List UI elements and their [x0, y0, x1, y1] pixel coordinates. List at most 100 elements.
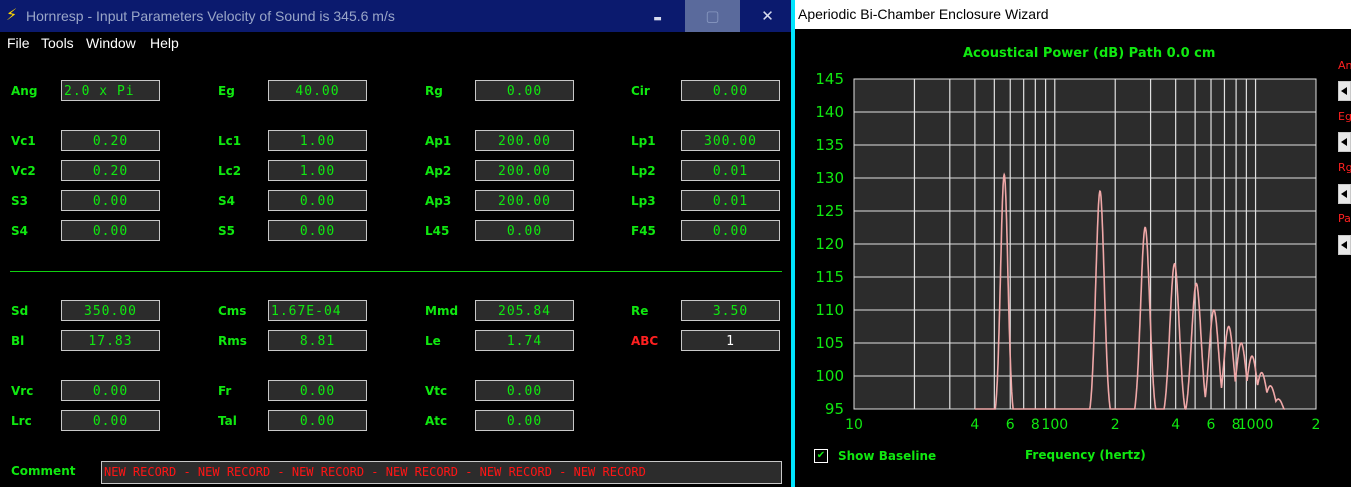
label-sd: Sd [11, 304, 29, 318]
field-lrc[interactable]: 0.00 [61, 410, 160, 431]
comment-field[interactable]: NEW RECORD - NEW RECORD - NEW RECORD - N… [101, 461, 782, 484]
field-abc[interactable]: 1 [681, 330, 780, 351]
field-mmd[interactable]: 205.84 [475, 300, 574, 321]
label-fr: Fr [218, 384, 232, 398]
right-title-bar[interactable]: Aperiodic Bi-Chamber Enclosure Wizard [795, 0, 1351, 29]
response-peak-point [1251, 355, 1253, 358]
left-title-bar[interactable]: ⚡ Hornresp - Input Parameters Velocity o… [0, 0, 791, 32]
enclosure-wizard-window: Aperiodic Bi-Chamber Enclosure Wizard Ac… [795, 0, 1351, 487]
field-ap1[interactable]: 200.00 [475, 130, 574, 151]
field-sd[interactable]: 350.00 [61, 300, 160, 321]
field-ang[interactable]: 2.0 x Pi [61, 80, 160, 101]
x-tick-label: 6 [1207, 417, 1216, 433]
response-peak-point [1195, 282, 1198, 285]
plot-area [853, 78, 1317, 410]
y-tick-label: 100 [815, 367, 844, 385]
label-tal: Tal [218, 414, 237, 428]
label-atc: Atc [425, 414, 448, 428]
field-tal[interactable]: 0.00 [268, 410, 367, 431]
field-s4[interactable]: 0.00 [268, 190, 367, 211]
right-window-title: Aperiodic Bi-Chamber Enclosure Wizard [798, 6, 1049, 22]
label-lp2: Lp2 [631, 164, 656, 178]
field-lp3[interactable]: 0.01 [681, 190, 780, 211]
field-s3[interactable]: 0.00 [61, 190, 160, 211]
field-bl[interactable]: 17.83 [61, 330, 160, 351]
field-vc1[interactable]: 0.20 [61, 130, 160, 151]
menu-tools[interactable]: Tools [41, 35, 74, 51]
field-cms[interactable]: 1.67E-04 [268, 300, 367, 321]
field-re[interactable]: 3.50 [681, 300, 780, 321]
field-f45[interactable]: 0.00 [681, 220, 780, 241]
field-vtc[interactable]: 0.00 [475, 380, 574, 401]
label-ap2: Ap2 [425, 164, 452, 178]
side-label-pa: Pa [1338, 212, 1351, 225]
response-peak-point [1269, 385, 1272, 387]
side-label-rg: Rg [1338, 161, 1351, 174]
side-arrow-button-pa[interactable] [1338, 235, 1351, 255]
x-tick-label: 1000 [1238, 417, 1274, 433]
label-lc1: Lc1 [218, 134, 242, 148]
field-vc2[interactable]: 0.20 [61, 160, 160, 181]
label-vc2: Vc2 [11, 164, 36, 178]
label-rg: Rg [425, 84, 443, 98]
label-s5: S5 [218, 224, 235, 238]
label-eg: Eg [218, 84, 235, 98]
x-tick-label: 100 [1041, 417, 1068, 433]
field-cir[interactable]: 0.00 [681, 80, 780, 101]
field-ap2[interactable]: 200.00 [475, 160, 574, 181]
menu-bar: File Tools Window Help [0, 32, 791, 54]
label-bl: Bl [11, 334, 25, 348]
field-lc2[interactable]: 1.00 [268, 160, 367, 181]
field-lc1[interactable]: 1.00 [268, 130, 367, 151]
field-lp1[interactable]: 300.00 [681, 130, 780, 151]
label-s3: S3 [11, 194, 28, 208]
x-tick-label: 2 [1111, 417, 1120, 433]
show-baseline-label: Show Baseline [838, 449, 937, 463]
maximize-button[interactable]: ▢ [685, 0, 740, 32]
field-rms[interactable]: 8.81 [268, 330, 367, 351]
label-lp1: Lp1 [631, 134, 656, 148]
response-peak-point [1003, 173, 1006, 176]
field-vrc[interactable]: 0.00 [61, 380, 160, 401]
side-label-eg: Eg [1338, 110, 1351, 123]
y-tick-label: 120 [815, 235, 844, 253]
x-tick-label: 8 [1031, 417, 1040, 433]
label-lc2: Lc2 [218, 164, 242, 178]
field-le[interactable]: 1.74 [475, 330, 574, 351]
side-arrow-button-rg[interactable] [1338, 184, 1351, 204]
field-atc[interactable]: 0.00 [475, 410, 574, 431]
field-lp2[interactable]: 0.01 [681, 160, 780, 181]
label-abc: ABC [631, 334, 659, 348]
field-ap3[interactable]: 200.00 [475, 190, 574, 211]
y-tick-label: 95 [825, 400, 844, 418]
field-fr[interactable]: 0.00 [268, 380, 367, 401]
close-icon: ✕ [761, 7, 774, 25]
menu-window[interactable]: Window [86, 35, 136, 51]
label-s4: S4 [11, 224, 28, 238]
comment-label: Comment [11, 464, 76, 478]
side-label-an: An [1338, 59, 1351, 72]
x-tick-label: 2 [1312, 417, 1321, 433]
field-s5[interactable]: 0.00 [268, 220, 367, 241]
side-arrow-button-eg[interactable] [1338, 132, 1351, 152]
response-peak-point [1277, 398, 1280, 400]
field-l45[interactable]: 0.00 [475, 220, 574, 241]
field-rg[interactable]: 0.00 [475, 80, 574, 101]
show-baseline-checkbox[interactable]: ✔ [814, 449, 828, 463]
y-tick-label: 115 [815, 268, 844, 286]
y-tick-label: 105 [815, 334, 844, 352]
close-button[interactable]: ✕ [740, 0, 791, 32]
label-le: Le [425, 334, 441, 348]
field-eg[interactable]: 40.00 [268, 80, 367, 101]
label-ap1: Ap1 [425, 134, 452, 148]
field-s4[interactable]: 0.00 [61, 220, 160, 241]
hornresp-input-window: ⚡ Hornresp - Input Parameters Velocity o… [0, 0, 791, 487]
side-arrow-button-an[interactable] [1338, 81, 1351, 101]
acoustical-power-chart: 9510010511011512012513013514014510 4 6 8 100… [815, 70, 1321, 433]
menu-help[interactable]: Help [150, 35, 179, 51]
x-tick-label: 4 [1171, 417, 1180, 433]
maximize-icon: ▢ [705, 7, 720, 25]
menu-file[interactable]: File [7, 35, 30, 51]
minimize-button[interactable]: ▬ [630, 0, 685, 32]
response-peak-point [1173, 263, 1176, 265]
